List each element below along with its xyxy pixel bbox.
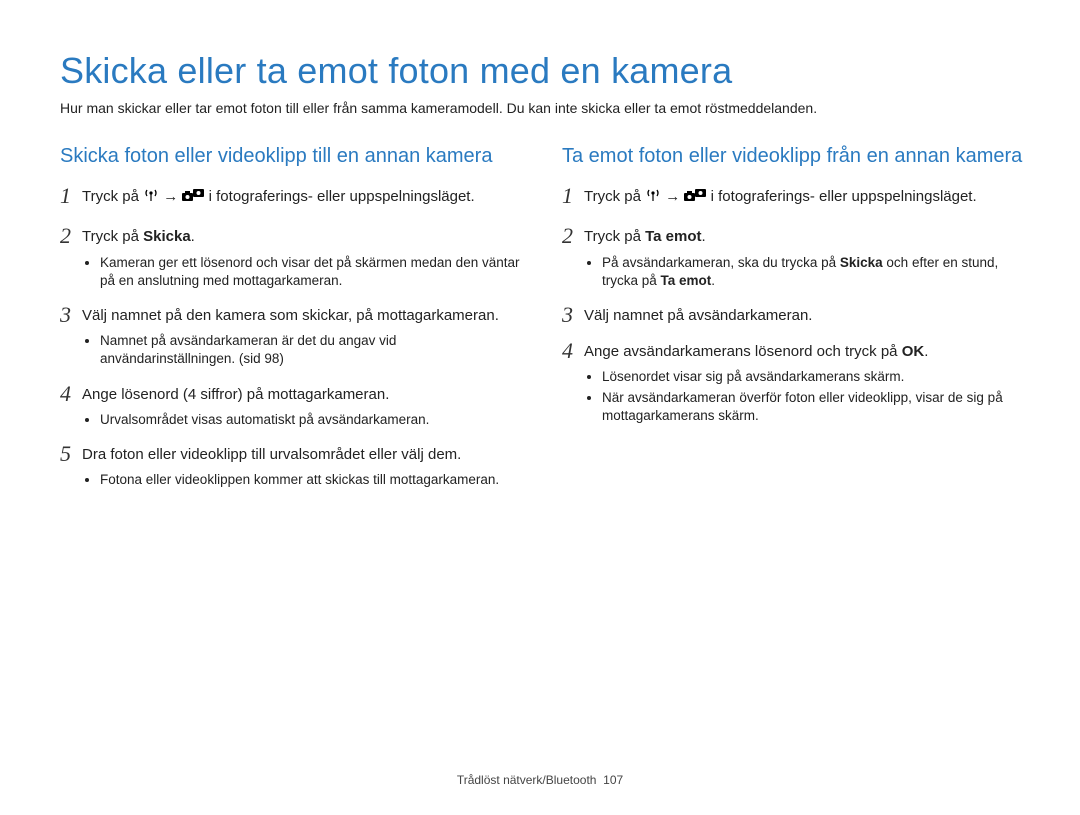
camera-share-icon bbox=[684, 189, 706, 209]
right-heading: Ta emot foton eller videoklipp från en a… bbox=[562, 144, 1024, 169]
text-fragment: Tryck på bbox=[584, 188, 645, 205]
two-column-layout: Skicka foton eller videoklipp till en an… bbox=[60, 144, 1024, 504]
step-number: 5 bbox=[60, 443, 82, 465]
step-text: Tryck på Ta emot. bbox=[584, 225, 706, 247]
bold-label: OK bbox=[902, 343, 925, 360]
left-step-4-bullets: Urvalsområdet visas automatiskt på avsän… bbox=[60, 411, 522, 429]
right-step-2-bullets: På avsändarkameran, ska du trycka på Ski… bbox=[562, 254, 1024, 290]
left-column: Skicka foton eller videoklipp till en an… bbox=[60, 144, 522, 504]
arrow-icon: → bbox=[665, 188, 680, 205]
list-item: Urvalsområdet visas automatiskt på avsän… bbox=[100, 411, 522, 429]
left-step-1: 1 Tryck på → i fotograferings- eller upp… bbox=[60, 185, 522, 209]
antenna-icon bbox=[143, 187, 159, 209]
left-step-3: 3 Välj namnet på den kamera som skickar,… bbox=[60, 304, 522, 326]
text-fragment: Tryck på bbox=[82, 188, 143, 205]
step-number: 3 bbox=[562, 304, 584, 326]
text-fragment: i fotograferings- eller uppspelningsläge… bbox=[711, 188, 977, 205]
antenna-icon bbox=[645, 187, 661, 209]
step-number: 4 bbox=[562, 340, 584, 362]
left-step-3-bullets: Namnet på avsändarkameran är det du anga… bbox=[60, 332, 522, 368]
step-text: Ange avsändarkamerans lösenord och tryck… bbox=[584, 340, 928, 362]
left-step-2: 2 Tryck på Skicka. bbox=[60, 225, 522, 247]
step-number: 4 bbox=[60, 383, 82, 405]
camera-share-icon bbox=[182, 189, 204, 209]
step-text: Tryck på Skicka. bbox=[82, 225, 195, 247]
text-fragment: På avsändarkameran, ska du trycka på bbox=[602, 255, 840, 270]
step-text: Ange lösenord (4 siffror) på mottagarkam… bbox=[82, 383, 389, 405]
list-item: På avsändarkameran, ska du trycka på Ski… bbox=[602, 254, 1024, 290]
left-step-5: 5 Dra foton eller videoklipp till urvals… bbox=[60, 443, 522, 465]
page-footer: Trådlöst nätverk/Bluetooth 107 bbox=[0, 773, 1080, 787]
text-fragment: . bbox=[191, 228, 195, 245]
list-item: När avsändarkameran överför foton eller … bbox=[602, 389, 1024, 425]
bold-label: Skicka bbox=[840, 255, 883, 270]
right-step-1: 1 Tryck på → i fotograferings- eller upp… bbox=[562, 185, 1024, 209]
list-item: Fotona eller videoklippen kommer att ski… bbox=[100, 471, 522, 489]
text-fragment: i fotograferings- eller uppspelningsläge… bbox=[209, 188, 475, 205]
text-fragment: . bbox=[711, 273, 715, 288]
page-title: Skicka eller ta emot foton med en kamera bbox=[60, 50, 1024, 92]
bold-label: Skicka bbox=[143, 228, 191, 245]
text-fragment: . bbox=[924, 343, 928, 360]
list-item: Lösenordet visar sig på avsändarkamerans… bbox=[602, 368, 1024, 386]
footer-page-number: 107 bbox=[603, 773, 623, 787]
right-step-4-bullets: Lösenordet visar sig på avsändarkamerans… bbox=[562, 368, 1024, 425]
right-step-3: 3 Välj namnet på avsändarkameran. bbox=[562, 304, 1024, 326]
left-step-4: 4 Ange lösenord (4 siffror) på mottagark… bbox=[60, 383, 522, 405]
page: Skicka eller ta emot foton med en kamera… bbox=[0, 0, 1080, 504]
step-number: 2 bbox=[60, 225, 82, 247]
text-fragment: Tryck på bbox=[584, 228, 645, 245]
left-heading: Skicka foton eller videoklipp till en an… bbox=[60, 144, 522, 169]
step-text: Välj namnet på den kamera som skickar, p… bbox=[82, 304, 499, 326]
step-text: Tryck på → i fotograferings- eller uppsp… bbox=[82, 185, 475, 209]
intro-text: Hur man skickar eller tar emot foton til… bbox=[60, 100, 1024, 116]
step-number: 2 bbox=[562, 225, 584, 247]
left-step-2-bullets: Kameran ger ett lösenord och visar det p… bbox=[60, 254, 522, 290]
right-column: Ta emot foton eller videoklipp från en a… bbox=[562, 144, 1024, 504]
text-fragment: Tryck på bbox=[82, 228, 143, 245]
right-step-2: 2 Tryck på Ta emot. bbox=[562, 225, 1024, 247]
bold-label: Ta emot bbox=[661, 273, 712, 288]
bold-label: Ta emot bbox=[645, 228, 701, 245]
step-number: 1 bbox=[60, 185, 82, 207]
right-step-4: 4 Ange avsändarkamerans lösenord och try… bbox=[562, 340, 1024, 362]
step-number: 3 bbox=[60, 304, 82, 326]
footer-section: Trådlöst nätverk/Bluetooth bbox=[457, 773, 597, 787]
step-text: Dra foton eller videoklipp till urvalsom… bbox=[82, 443, 461, 465]
text-fragment: . bbox=[702, 228, 706, 245]
arrow-icon: → bbox=[163, 188, 178, 205]
text-fragment: Ange avsändarkamerans lösenord och tryck… bbox=[584, 343, 902, 360]
step-text: Välj namnet på avsändarkameran. bbox=[584, 304, 812, 326]
left-step-5-bullets: Fotona eller videoklippen kommer att ski… bbox=[60, 471, 522, 489]
step-text: Tryck på → i fotograferings- eller uppsp… bbox=[584, 185, 977, 209]
list-item: Kameran ger ett lösenord och visar det p… bbox=[100, 254, 522, 290]
step-number: 1 bbox=[562, 185, 584, 207]
list-item: Namnet på avsändarkameran är det du anga… bbox=[100, 332, 522, 368]
